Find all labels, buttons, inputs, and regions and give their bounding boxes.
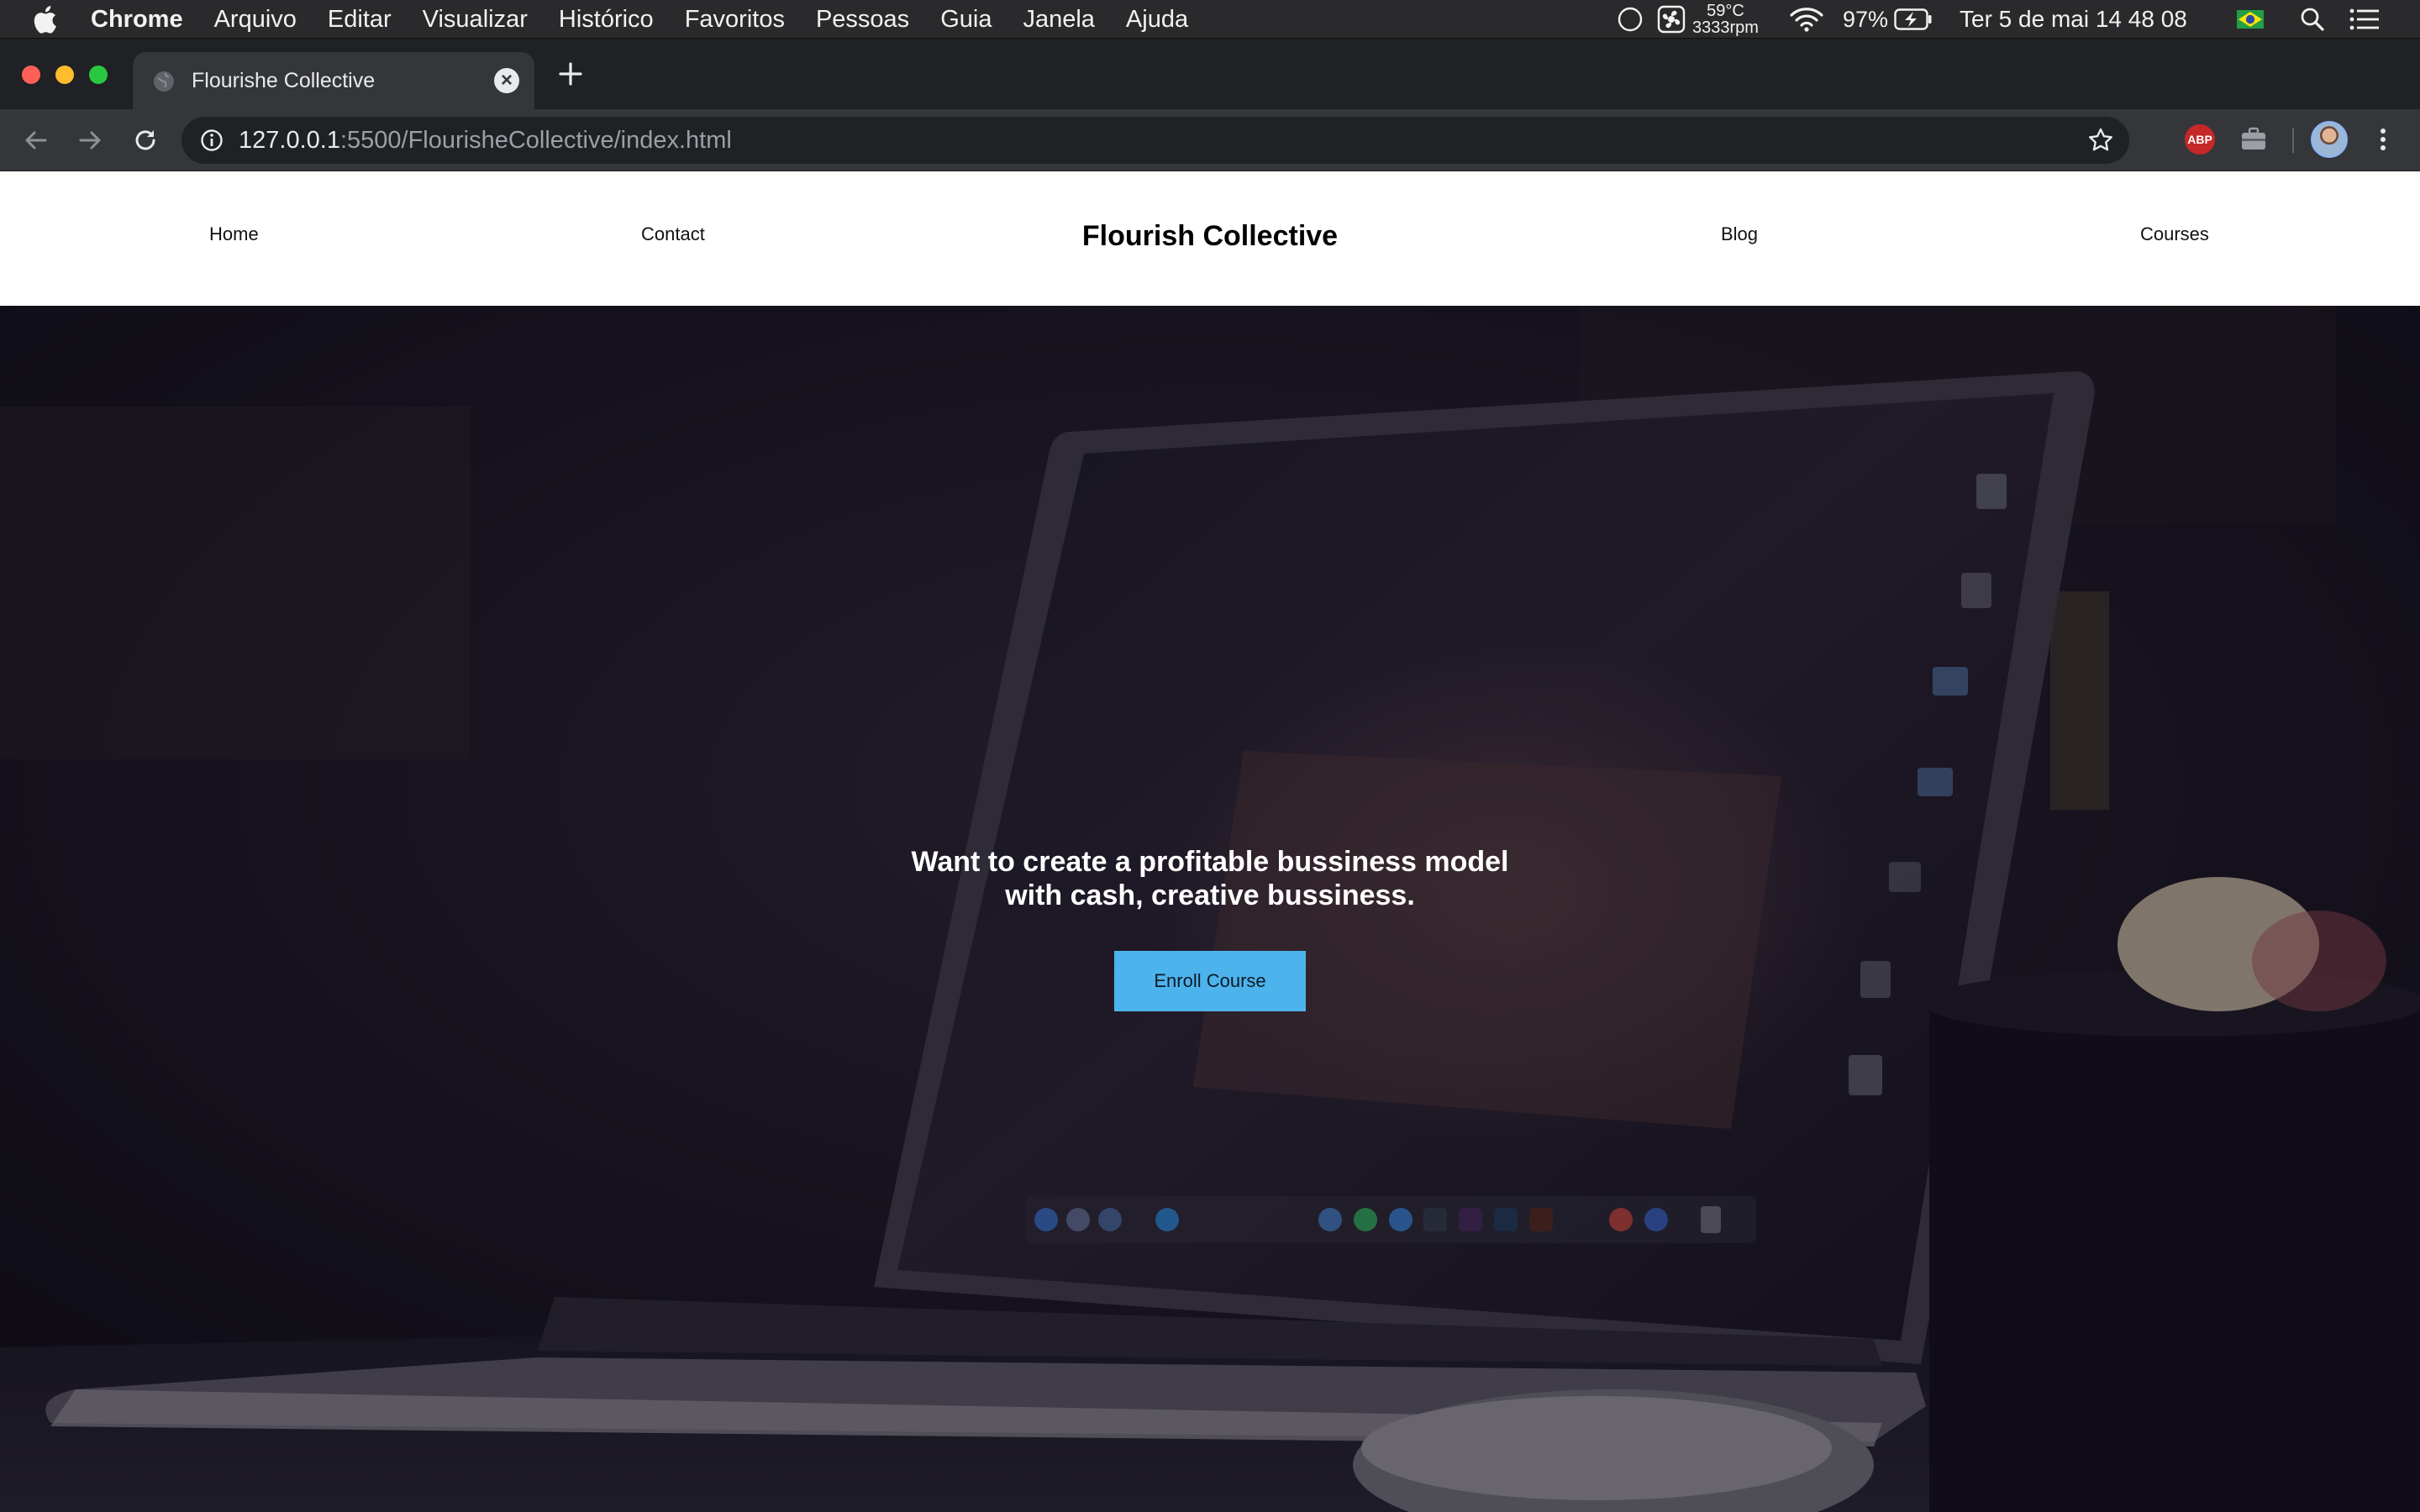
notification-center-icon[interactable] xyxy=(2349,0,2380,39)
menu-ajuda[interactable]: Ajuda xyxy=(1126,6,1188,34)
adblock-plus-extension-icon[interactable]: ABP xyxy=(2185,124,2215,155)
site-header: Home Contact Flourish Collective Blog Co… xyxy=(0,171,2420,306)
globe-favicon-icon xyxy=(154,71,174,92)
macos-menu-bar: Chrome Arquivo Editar Visualizar Históri… xyxy=(0,0,2420,39)
temperature-readout: 59°C xyxy=(1707,2,1744,20)
menu-visualizar[interactable]: Visualizar xyxy=(423,6,528,34)
hero-section: Want to create a profitable bussiness mo… xyxy=(0,306,2420,1512)
battery-percent[interactable]: 97% xyxy=(1843,0,1888,39)
new-tab-plus-icon[interactable] xyxy=(558,59,583,92)
menu-arquivo[interactable]: Arquivo xyxy=(214,6,297,34)
menu-pessoas[interactable]: Pessoas xyxy=(816,6,909,34)
page-viewport: Home Contact Flourish Collective Blog Co… xyxy=(0,171,2420,1512)
profile-avatar[interactable] xyxy=(2311,121,2348,158)
menu-janela[interactable]: Janela xyxy=(1023,6,1094,34)
forward-arrow-icon[interactable] xyxy=(74,124,106,156)
bookmark-star-icon[interactable] xyxy=(2087,127,2114,154)
hero-headline-line-1: Want to create a profitable bussiness mo… xyxy=(911,846,1509,878)
clock[interactable]: Ter 5 de mai 14 48 08 xyxy=(1960,0,2187,39)
browser-tab-strip: Flourishe Collective × xyxy=(0,39,2420,109)
browser-toolbar: 127.0.0.1:5500/FlourisheCollective/index… xyxy=(0,109,2420,171)
close-tab-icon[interactable]: × xyxy=(494,68,519,93)
menu-guia[interactable]: Guia xyxy=(940,6,992,34)
system-stats[interactable]: 59°C 3333rpm xyxy=(1692,0,1759,39)
circle-status-icon[interactable] xyxy=(1617,0,1644,39)
url-path: :5500/FlourisheCollective/index.html xyxy=(339,127,732,154)
fan-icon[interactable] xyxy=(1657,0,1686,39)
wifi-icon[interactable] xyxy=(1788,0,1825,39)
site-info-icon[interactable] xyxy=(200,129,224,152)
menu-editar[interactable]: Editar xyxy=(328,6,392,34)
nav-link-courses[interactable]: Courses xyxy=(2140,223,2209,245)
spotlight-search-icon[interactable] xyxy=(2299,0,2326,39)
chrome-menu-kebab-icon[interactable] xyxy=(2373,123,2393,156)
reload-icon[interactable] xyxy=(129,124,161,156)
browser-tab-active[interactable]: Flourishe Collective × xyxy=(133,52,534,109)
menu-historico[interactable]: Histórico xyxy=(559,6,654,34)
menu-favoritos[interactable]: Favoritos xyxy=(685,6,785,34)
zoom-window-button[interactable] xyxy=(89,66,108,84)
back-arrow-icon[interactable] xyxy=(20,124,52,156)
address-bar[interactable]: 127.0.0.1:5500/FlourisheCollective/index… xyxy=(182,117,2129,164)
url-text[interactable]: 127.0.0.1:5500/FlourisheCollective/index… xyxy=(239,127,732,155)
hero-headline: Want to create a profitable bussiness mo… xyxy=(0,845,2420,912)
site-brand-title[interactable]: Flourish Collective xyxy=(0,220,2420,253)
url-host: 127.0.0.1 xyxy=(239,127,340,154)
apple-logo-icon[interactable] xyxy=(32,4,57,34)
fan-speed-readout: 3333rpm xyxy=(1692,18,1759,37)
hero-headline-line-2: with cash, creative bussiness. xyxy=(1005,879,1415,911)
nav-link-blog[interactable]: Blog xyxy=(1721,223,1758,245)
minimize-window-button[interactable] xyxy=(55,66,74,84)
menu-app-name[interactable]: Chrome xyxy=(91,6,183,34)
briefcase-extension-icon[interactable] xyxy=(2238,124,2269,155)
toolbar-separator xyxy=(2292,128,2294,153)
close-window-button[interactable] xyxy=(22,66,40,84)
enroll-course-button[interactable]: Enroll Course xyxy=(1114,951,1306,1011)
tab-title: Flourishe Collective xyxy=(192,69,376,92)
battery-charging-icon[interactable] xyxy=(1894,0,1933,39)
brazil-flag-icon[interactable] xyxy=(2237,0,2264,39)
